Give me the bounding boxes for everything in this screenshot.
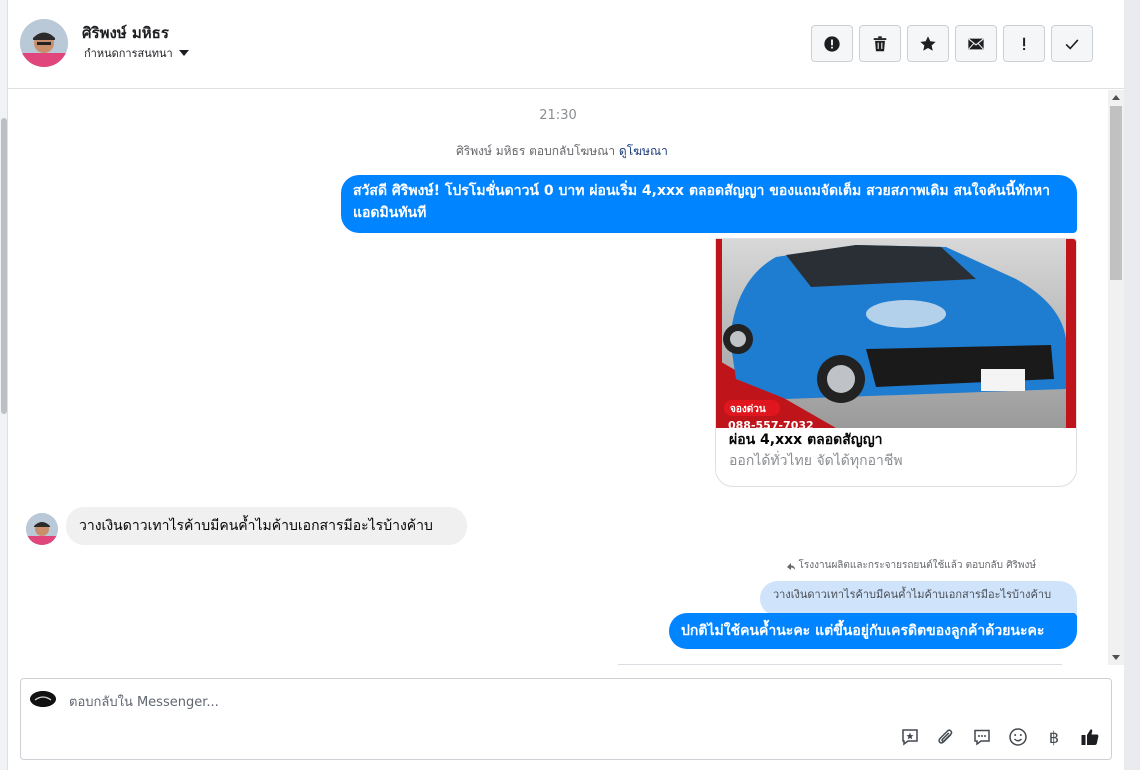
- divider: [618, 664, 1062, 665]
- timestamp: 21:30: [539, 108, 577, 123]
- ad-image-badge: จองด่วน: [730, 403, 766, 415]
- conversation-header: ศิริพงษ์ มหิธร กำหนดการสนทนา: [8, 0, 1124, 89]
- saved-reply-button[interactable]: [899, 726, 921, 748]
- mark-unread-button[interactable]: [955, 25, 997, 62]
- avatar[interactable]: [20, 19, 68, 67]
- ad-reply-notice: ศิริพงษ์ มหิธร ตอบกลับโฆษณา ดูโฆษณา: [8, 142, 1108, 161]
- ad-image-phone: 088-557-7032: [728, 419, 814, 428]
- ad-card-title: ผ่อน 4,xxx ตลอดสัญญา: [729, 432, 883, 448]
- baht-icon: ฿: [1048, 727, 1060, 747]
- page-avatar: [30, 691, 56, 707]
- paperclip-icon: [938, 729, 953, 744]
- thumbs-up-icon: [1081, 729, 1099, 745]
- quick-reply-button[interactable]: [971, 726, 993, 748]
- ad-card[interactable]: จองด่วน 088-557-7032 ผ่อน 4,xxx ตลอดสัญญ…: [715, 238, 1077, 487]
- view-ad-link[interactable]: ดูโฆษณา: [619, 144, 668, 158]
- chat-bubble-icon: [974, 729, 990, 746]
- messenger-inbox: ศิริพงษ์ มหิธร กำหนดการสนทนา 21:30 ศิริพ…: [0, 0, 1140, 770]
- emoji-button[interactable]: [1007, 726, 1029, 748]
- exclamation-icon: [1023, 37, 1026, 50]
- ad-card-subtitle: ออกได้ทั่วไทย จัดได้ทุกอาชีพ: [729, 453, 903, 469]
- reply-arrow-icon: [787, 562, 796, 570]
- scroll-down-icon[interactable]: [1112, 655, 1120, 660]
- sender-avatar[interactable]: [26, 513, 58, 545]
- scroll-up-icon[interactable]: [1112, 95, 1120, 100]
- mark-done-button[interactable]: [1051, 25, 1093, 62]
- outgoing-message[interactable]: สวัสดี ศิริพงษ์! โปรโมชั่นดาวน์ 0 บาท ผ่…: [341, 175, 1077, 233]
- header-actions: [811, 25, 1093, 62]
- attach-file-button[interactable]: [935, 726, 957, 748]
- outgoing-message[interactable]: ปกติไม่ใช้คนค้ำนะคะ แต่ขึ้นอยู่กับเครดิต…: [669, 613, 1077, 649]
- check-icon: [1065, 38, 1079, 50]
- left-scrollbar-thumb[interactable]: [1, 118, 7, 414]
- caret-down-icon: [178, 50, 189, 56]
- message-thread[interactable]: 21:30 ศิริพงษ์ มหิธร ตอบกลับโฆษณา ดูโฆษณ…: [8, 90, 1108, 665]
- right-gutter: [1124, 0, 1140, 770]
- conversation-settings-dropdown[interactable]: กำหนดการสนทนา: [84, 44, 189, 62]
- saved-reply-icon: [902, 729, 918, 746]
- ad-reply-text: ศิริพงษ์ มหิธร ตอบกลับโฆษณา: [456, 144, 619, 158]
- star-icon: [920, 35, 936, 51]
- delete-button[interactable]: [859, 25, 901, 62]
- left-scrollbar[interactable]: [0, 0, 8, 770]
- emoji-icon: [1009, 728, 1027, 746]
- scrollbar-thumb[interactable]: [1110, 106, 1122, 280]
- star-button[interactable]: [907, 25, 949, 62]
- payment-button[interactable]: ฿: [1043, 726, 1065, 748]
- contact-name[interactable]: ศิริพงษ์ มหิธร: [82, 21, 169, 45]
- reply-note: โรงงานผลิตและกระจายรถยนต์ใช้แล้ว ตอบกลับ…: [786, 558, 1036, 573]
- alert-circle-icon: [824, 35, 840, 52]
- reply-note-text: โรงงานผลิตและกระจายรถยนต์ใช้แล้ว ตอบกลับ…: [798, 560, 1036, 571]
- message-composer: ฿: [20, 678, 1112, 760]
- car-ad-image: จองด่วน 088-557-7032: [716, 239, 1076, 428]
- mark-important-button[interactable]: [1003, 25, 1045, 62]
- composer-tools: ฿: [899, 726, 1101, 748]
- thread-scrollbar[interactable]: [1108, 90, 1124, 665]
- like-button[interactable]: [1079, 726, 1101, 748]
- incoming-message[interactable]: วางเงินดาวเทาไรค้าบมีคนค้ำไมค้าบเอกสารมี…: [66, 507, 467, 545]
- message-input[interactable]: [69, 692, 869, 712]
- conversation-settings-label: กำหนดการสนทนา: [84, 47, 173, 60]
- quoted-message[interactable]: วางเงินดาวเทาไรค้าบมีคนค้ำไมค้าบเอกสารมี…: [760, 581, 1077, 616]
- trash-icon: [873, 35, 887, 51]
- envelope-icon: [968, 38, 984, 49]
- report-spam-button[interactable]: [811, 25, 853, 62]
